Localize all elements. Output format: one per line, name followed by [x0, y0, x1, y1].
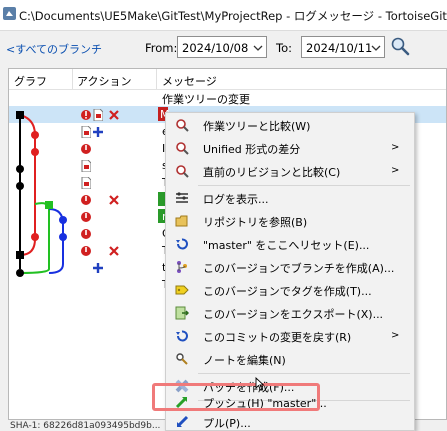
menu-item-compare-working-tree[interactable]: 作業ツリーと比較(W): [166, 114, 414, 137]
file-icon: [81, 126, 91, 138]
menu-item-label: Unified 形式の差分: [203, 143, 301, 156]
menu-item-label: 作業ツリーと比較(W): [203, 120, 311, 133]
filter-bar: <すべてのブランチ From: 2024/10/08 To: 2024/10/1…: [0, 31, 447, 64]
dropdown-arrow-icon: [253, 45, 263, 51]
delete-icon: [109, 195, 119, 205]
mouse-cursor-icon: [255, 377, 265, 391]
submenu-arrow-icon: >: [391, 165, 400, 176]
reset-icon: [176, 238, 188, 250]
title-bar: C:\Documents\UE5Make\GitTest\MyProjectRe…: [0, 0, 447, 31]
magnifier-icon: [176, 165, 189, 178]
folder-icon: [175, 215, 188, 227]
menu-item-label: このバージョンをエクスポート(X)...: [203, 308, 384, 321]
menu-item-unified-diff[interactable]: Unified 形式の差分 >: [166, 137, 414, 160]
modified-icon: [81, 110, 91, 120]
menu-item-reset-master[interactable]: "master" をここへリセット(E)...: [166, 233, 414, 256]
to-date-value: 2024/10/11: [306, 41, 373, 55]
dropdown-arrow-icon: [371, 45, 381, 51]
column-actions[interactable]: アクション: [77, 73, 131, 89]
sha-text: SHA-1: 68226d81a093495bd9b...: [10, 421, 161, 431]
menu-separator: [198, 373, 410, 374]
note-icon: [176, 353, 188, 365]
menu-item-label: 直前のリビジョンと比較(C): [203, 166, 341, 179]
modified-icon: [81, 246, 91, 256]
menu-item-create-tag[interactable]: このバージョンでタグを作成(T)...: [166, 279, 414, 302]
from-date-picker[interactable]: 2024/10/08: [177, 36, 267, 58]
revert-icon: [176, 330, 188, 342]
menu-item-label: このバージョンでブランチを作成(A)...: [203, 262, 395, 275]
delete-icon: [109, 246, 119, 256]
branch-icon: [177, 261, 187, 273]
menu-item-label: "master" をここへリセット(E)...: [203, 239, 370, 252]
magnifier-icon: [176, 142, 189, 155]
file-icon: [81, 177, 91, 189]
window-title: C:\Documents\UE5Make\GitTest\MyProjectRe…: [19, 9, 447, 23]
added-icon: [93, 127, 103, 137]
modified-icon: [81, 229, 91, 239]
magnifier-icon: [176, 119, 189, 132]
delete-icon: [109, 110, 119, 120]
menu-separator: [198, 185, 410, 186]
menu-item-browse-repository[interactable]: リポジトリを参照(B): [166, 210, 414, 233]
column-graph[interactable]: グラフ: [14, 73, 47, 89]
modified-icon: [81, 195, 91, 205]
to-date-picker[interactable]: 2024/10/11: [301, 36, 385, 58]
menu-item-label: ログを表示...: [203, 193, 269, 206]
modified-icon: [81, 144, 91, 154]
menu-item-label: リポジトリを参照(B): [203, 216, 308, 229]
push-highlight-box: [152, 383, 320, 411]
menu-item-pull[interactable]: プル(P)...: [166, 411, 414, 430]
pull-icon: [176, 415, 189, 428]
log-list-header: グラフ アクション メッセージ: [9, 69, 446, 90]
row-message: 作業ツリーの変更: [162, 93, 250, 106]
column-message[interactable]: メッセージ: [162, 73, 217, 89]
menu-item-revert-commit[interactable]: このコミットの変更を戻す(R) >: [166, 325, 414, 348]
from-date-value: 2024/10/08: [182, 41, 249, 55]
all-branches-link[interactable]: <すべてのブランチ: [6, 41, 102, 57]
file-icon: [81, 160, 91, 172]
menu-item-export-version[interactable]: このバージョンをエクスポート(X)...: [166, 302, 414, 325]
menu-item-edit-notes[interactable]: ノートを編集(N): [166, 348, 414, 371]
menu-item-compare-previous[interactable]: 直前のリビジョンと比較(C) >: [166, 160, 414, 183]
search-icon[interactable]: [389, 36, 411, 56]
file-icon: [93, 109, 103, 121]
added-icon: [93, 263, 103, 273]
tortoisegit-app-icon: [3, 7, 16, 20]
submenu-arrow-icon: >: [391, 330, 400, 341]
log-icon: [176, 192, 188, 203]
menu-item-label: このコミットの変更を戻す(R): [203, 331, 352, 344]
submenu-arrow-icon: >: [391, 142, 400, 153]
commit-graph: [16, 111, 67, 277]
menu-item-label: プル(P)...: [203, 417, 251, 430]
menu-item-label: このバージョンでタグを作成(T)...: [203, 285, 372, 298]
export-icon: [175, 306, 189, 320]
from-label: From:: [145, 41, 178, 55]
menu-item-create-branch[interactable]: このバージョンでブランチを作成(A)...: [166, 256, 414, 279]
log-row-working-tree[interactable]: 作業ツリーの変更: [9, 89, 446, 106]
modified-icon: [81, 212, 91, 222]
tag-icon: [175, 285, 189, 295]
to-label: To:: [276, 41, 292, 55]
menu-item-show-log[interactable]: ログを表示...: [166, 187, 414, 210]
menu-item-label: ノートを編集(N): [203, 354, 286, 367]
